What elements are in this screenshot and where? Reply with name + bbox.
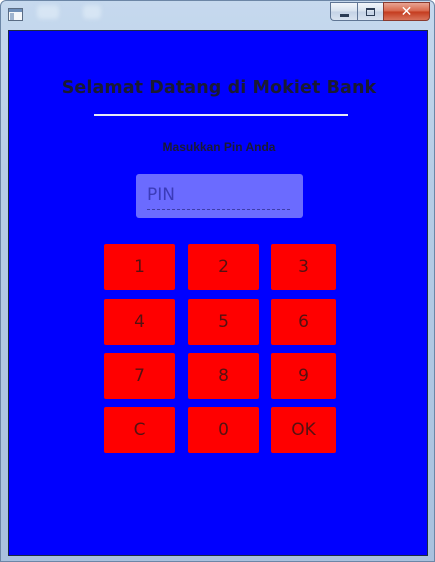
clear-button[interactable]: C <box>104 407 175 453</box>
key-0-button[interactable]: 0 <box>188 407 259 453</box>
key-5-button[interactable]: 5 <box>188 299 259 345</box>
key-4-button[interactable]: 4 <box>104 299 175 345</box>
key-7-button[interactable]: 7 <box>104 353 175 399</box>
key-6-button[interactable]: 6 <box>271 299 336 345</box>
title-bar[interactable]: ✕ <box>1 1 434 29</box>
close-button[interactable]: ✕ <box>383 2 430 21</box>
close-icon: ✕ <box>400 3 413 20</box>
key-2-button[interactable]: 2 <box>188 244 259 290</box>
key-8-button[interactable]: 8 <box>188 353 259 399</box>
maximize-button[interactable] <box>357 2 383 21</box>
app-window: ✕ Selamat Datang di Mokiet Bank Masukkan… <box>0 0 435 562</box>
caption-buttons: ✕ <box>330 2 430 22</box>
minimize-icon <box>339 13 349 17</box>
blurred-title-fragment <box>83 5 101 19</box>
keypad: 1 2 3 4 5 6 7 8 9 C 0 OK <box>9 31 429 557</box>
maximize-icon <box>366 7 375 16</box>
key-1-button[interactable]: 1 <box>104 244 175 290</box>
blurred-title-fragment <box>37 5 59 19</box>
key-9-button[interactable]: 9 <box>271 353 336 399</box>
ok-button[interactable]: OK <box>271 407 336 453</box>
key-3-button[interactable]: 3 <box>271 244 336 290</box>
minimize-button[interactable] <box>330 2 357 21</box>
client-area: Selamat Datang di Mokiet Bank Masukkan P… <box>8 30 428 556</box>
app-window-icon[interactable] <box>8 8 23 21</box>
